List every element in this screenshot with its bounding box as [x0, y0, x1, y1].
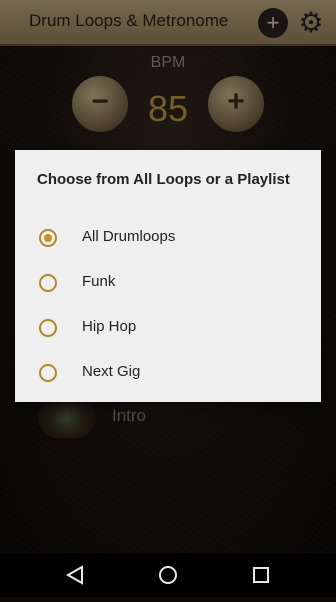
radio-unchecked-icon[interactable]	[39, 274, 57, 292]
system-navbar	[0, 553, 336, 597]
option-label: Funk	[82, 273, 116, 290]
dialog-title: Choose from All Loops or a Playlist	[37, 171, 290, 188]
option-hip-hop[interactable]: Hip Hop	[15, 308, 321, 348]
option-all-drumloops[interactable]: All Drumloops	[15, 218, 321, 258]
option-label: Hip Hop	[82, 318, 137, 335]
radio-unchecked-icon[interactable]	[39, 364, 57, 382]
option-label: Next Gig	[82, 363, 141, 380]
playlist-dialog: Choose from All Loops or a Playlist All …	[15, 150, 321, 402]
option-label: All Drumloops	[82, 228, 176, 245]
home-circle-icon[interactable]	[138, 553, 198, 597]
back-triangle-icon[interactable]	[44, 553, 104, 597]
option-funk[interactable]: Funk	[15, 263, 321, 303]
option-next-gig[interactable]: Next Gig	[15, 353, 321, 393]
radio-unchecked-icon[interactable]	[39, 319, 57, 337]
radio-checked-icon[interactable]	[39, 229, 57, 247]
recents-square-icon[interactable]	[231, 553, 291, 597]
